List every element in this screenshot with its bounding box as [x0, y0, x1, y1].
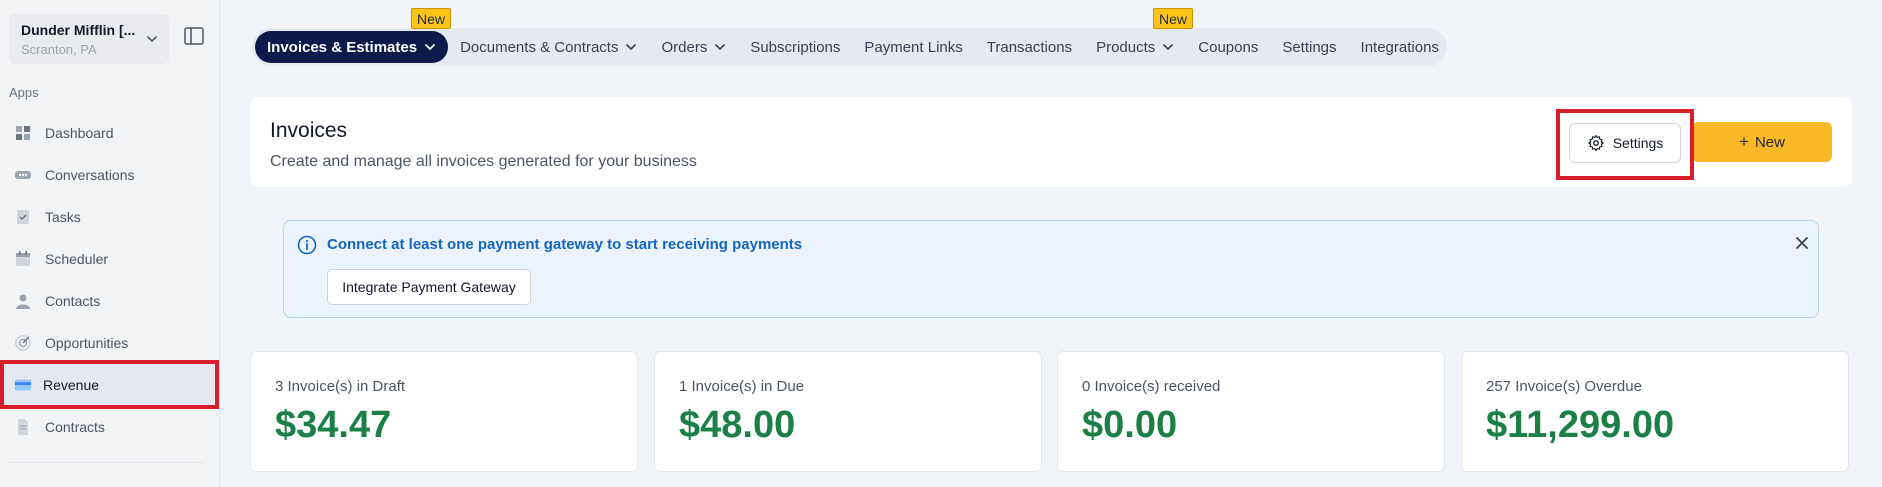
sidebar-item-label: Revenue [43, 377, 100, 393]
sidebar-item-label: Contacts [45, 293, 101, 309]
sidebar-item-label: Dashboard [45, 125, 114, 141]
account-switcher[interactable]: Dunder Mifflin [... Scranton, PA [9, 14, 169, 64]
sidebar-item-conversations[interactable]: Conversations [0, 154, 220, 196]
new-button-label: New [1754, 133, 1785, 151]
tab-documents-contracts[interactable]: Documents & Contracts [448, 31, 649, 63]
tab-label: Settings [1282, 38, 1337, 56]
top-nav: Invoices & Estimates Documents & Contrac… [252, 28, 1447, 66]
page-title: Invoices [270, 119, 348, 142]
gear-icon [1588, 134, 1604, 152]
stat-label: 1 Invoice(s) in Due [679, 378, 805, 395]
calendar-icon [14, 250, 32, 268]
stat-card-due[interactable]: 1 Invoice(s) in Due $48.00 [654, 351, 1042, 472]
sidebar: Dunder Mifflin [... Scranton, PA Apps Da… [0, 0, 220, 487]
new-invoice-button[interactable]: + New [1692, 122, 1832, 162]
tab-transactions[interactable]: Transactions [975, 31, 1084, 63]
sidebar-item-tasks[interactable]: Tasks [0, 196, 220, 238]
info-icon [297, 235, 317, 255]
sidebar-item-contacts[interactable]: Contacts [0, 280, 220, 322]
sidebar-collapse-icon[interactable] [184, 27, 204, 45]
stat-value: $34.47 [275, 404, 392, 446]
tab-label: Subscriptions [750, 38, 841, 56]
sidebar-item-contracts[interactable]: Contracts [0, 406, 220, 448]
invoices-header-card: Invoices Create and manage all invoices … [250, 97, 1852, 187]
stat-label: 0 Invoice(s) received [1082, 378, 1221, 395]
settings-button[interactable]: Settings [1569, 123, 1681, 163]
tab-label: Invoices & Estimates [267, 38, 418, 56]
tab-coupons[interactable]: Coupons [1186, 31, 1270, 63]
stat-card-draft[interactable]: 3 Invoice(s) in Draft $34.47 [250, 351, 638, 472]
tab-label: Payment Links [864, 38, 963, 56]
chevron-down-icon [715, 44, 726, 51]
target-icon [14, 334, 32, 352]
plus-icon: + [1739, 132, 1749, 151]
conversations-icon [14, 166, 32, 184]
sidebar-item-label: Contracts [45, 419, 105, 435]
tab-invoices-estimates[interactable]: Invoices & Estimates [255, 31, 449, 63]
sidebar-item-opportunities[interactable]: Opportunities [0, 322, 220, 364]
tab-products[interactable]: Products [1084, 31, 1186, 63]
tab-integrations[interactable]: Integrations [1349, 31, 1451, 63]
sidebar-item-label: Tasks [45, 209, 81, 225]
sidebar-item-dashboard[interactable]: Dashboard [0, 112, 220, 154]
apps-section-label: Apps [9, 85, 39, 100]
stat-value: $0.00 [1082, 404, 1178, 446]
tab-label: Products [1096, 38, 1156, 56]
person-icon [14, 292, 32, 310]
tab-payment-links[interactable]: Payment Links [852, 31, 974, 63]
stat-label: 3 Invoice(s) in Draft [275, 378, 406, 395]
tab-orders[interactable]: Orders [649, 31, 738, 63]
page-subtitle: Create and manage all invoices generated… [270, 153, 697, 170]
chevron-down-icon [425, 44, 435, 51]
stat-label: 257 Invoice(s) Overdue [1486, 378, 1642, 395]
settings-button-label: Settings [1612, 135, 1664, 151]
sidebar-item-label: Conversations [45, 167, 135, 183]
tab-label: Orders [661, 38, 708, 56]
chevron-down-icon [1163, 44, 1174, 51]
stat-value: $48.00 [679, 404, 796, 446]
new-badge-products: New [1153, 8, 1194, 29]
close-icon[interactable] [1795, 236, 1809, 250]
chevron-down-icon [147, 36, 157, 43]
tab-label: Coupons [1198, 38, 1259, 56]
payment-gateway-alert: Connect at least one payment gateway to … [283, 220, 1819, 318]
tab-label: Documents & Contracts [460, 38, 619, 56]
sidebar-item-scheduler[interactable]: Scheduler [0, 238, 220, 280]
chevron-down-icon [626, 44, 637, 51]
sidebar-item-label: Opportunities [45, 335, 129, 351]
credit-card-icon [14, 376, 32, 394]
stat-card-received[interactable]: 0 Invoice(s) received $0.00 [1057, 351, 1445, 472]
document-icon [14, 418, 32, 436]
dashboard-icon [14, 124, 32, 142]
tab-label: Transactions [986, 38, 1073, 56]
stat-value: $11,299.00 [1486, 404, 1675, 446]
sidebar-nav: Dashboard Conversations Tasks Scheduler … [0, 112, 220, 448]
sidebar-divider [9, 462, 204, 463]
stat-card-overdue[interactable]: 257 Invoice(s) Overdue $11,299.00 [1461, 351, 1849, 472]
new-badge-documents: New [411, 8, 452, 29]
sidebar-item-label: Scheduler [45, 251, 109, 267]
tasks-icon [14, 208, 32, 226]
tab-settings[interactable]: Settings [1270, 31, 1348, 63]
account-name: Dunder Mifflin [... [21, 22, 136, 38]
tab-subscriptions[interactable]: Subscriptions [738, 31, 852, 63]
tab-label: Integrations [1360, 38, 1439, 56]
account-location: Scranton, PA [21, 42, 97, 57]
integrate-payment-gateway-button[interactable]: Integrate Payment Gateway [327, 269, 531, 305]
sidebar-item-revenue[interactable]: Revenue [0, 364, 220, 406]
alert-message: Connect at least one payment gateway to … [327, 236, 803, 253]
